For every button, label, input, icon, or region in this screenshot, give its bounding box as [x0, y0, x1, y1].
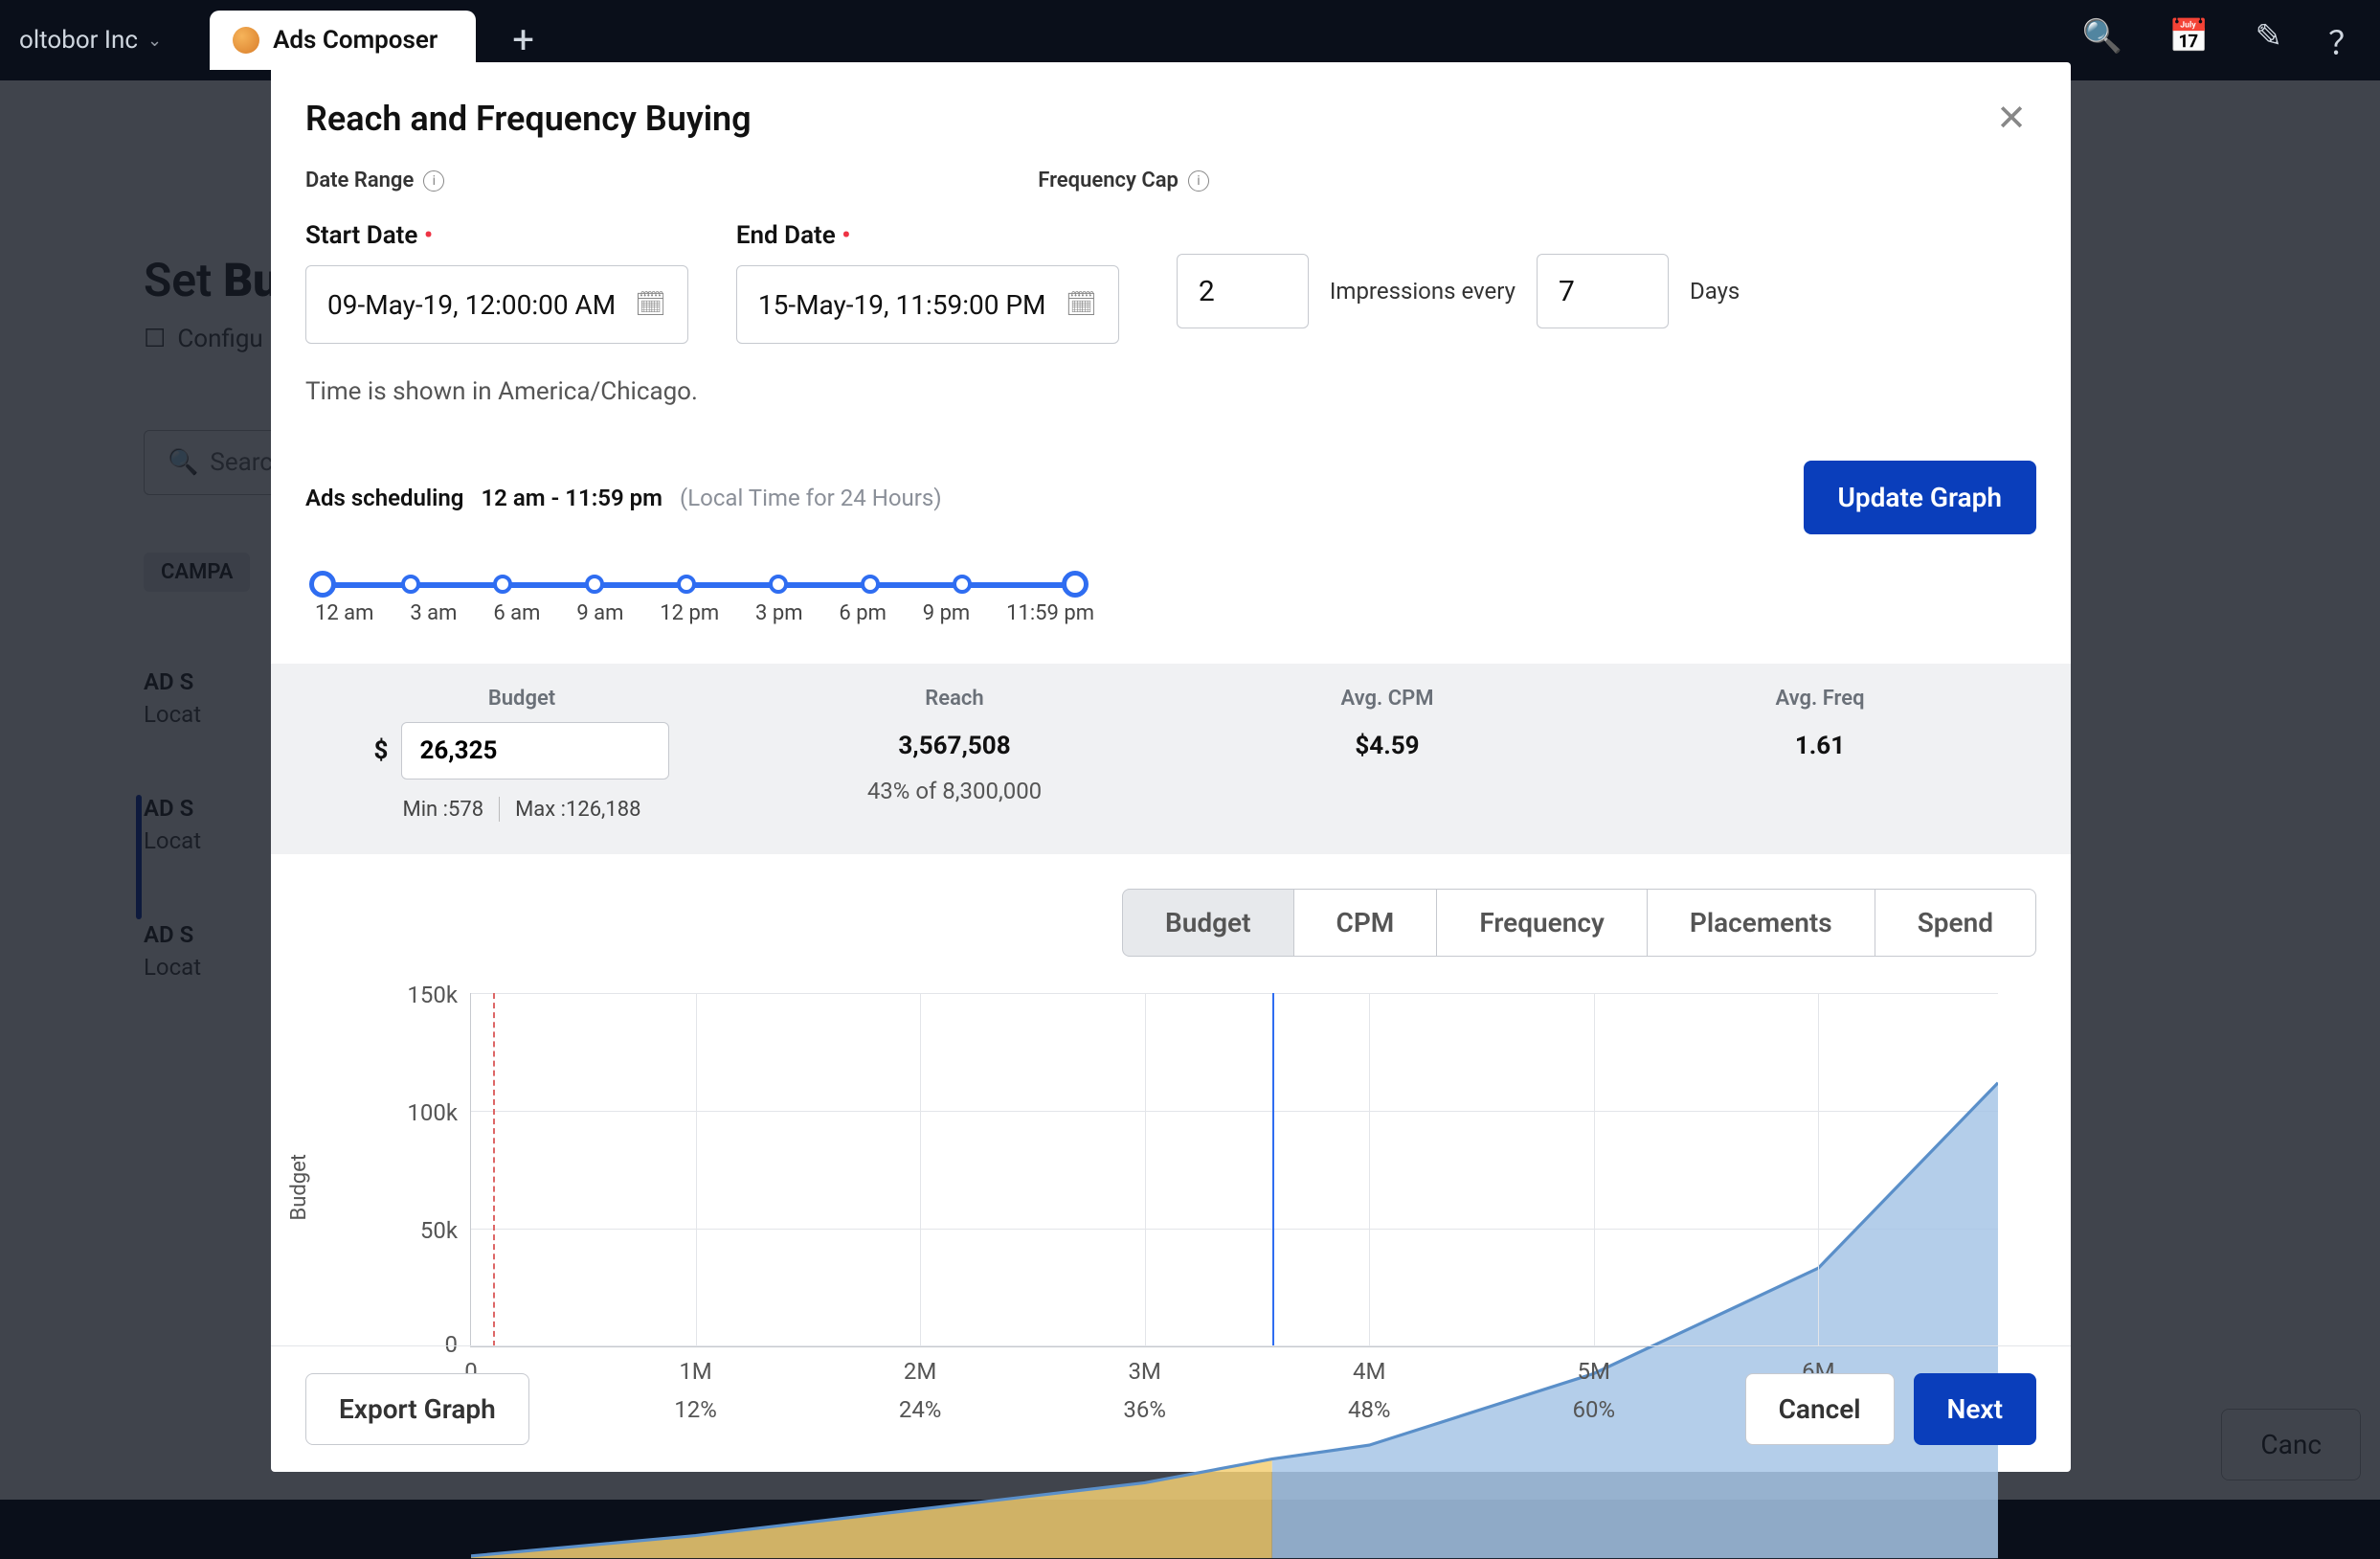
org-switch[interactable]: oltobor Inc ⌄: [19, 26, 162, 55]
slider-tick: 6 pm: [839, 601, 886, 625]
time-slider[interactable]: 12 am 3 am 6 am 9 am 12 pm 3 pm 6 pm 9 pm 11:59 …: [305, 582, 2036, 625]
calendar-icon[interactable]: 📅: [2168, 17, 2209, 64]
budget-input[interactable]: [401, 722, 669, 780]
app-icon: [233, 27, 259, 54]
end-date-label: End Date •: [736, 221, 1119, 250]
rf-modal: Reach and Frequency Buying ✕ Date Rangei…: [271, 62, 2071, 1472]
topbar-icons: 🔍 📅 ✎ ？: [2082, 17, 2361, 64]
chart-tabs: BudgetCPMFrequencyPlacementsSpend: [305, 889, 2036, 957]
days-label: Days: [1690, 278, 1740, 305]
reach-sub: 43% of 8,300,000: [738, 778, 1171, 804]
calendar-icon[interactable]: 🗓: [635, 290, 666, 319]
end-date-input[interactable]: 15-May-19, 11:59:00 PM 🗓: [736, 265, 1119, 344]
slider-tick: 9 pm: [923, 601, 970, 625]
reach-value: 3,567,508: [738, 732, 1171, 760]
next-button[interactable]: Next: [1914, 1373, 2036, 1445]
close-icon[interactable]: ✕: [1996, 97, 2027, 140]
slider-tick: 11:59 pm: [1006, 601, 1094, 625]
budget-range: Min :578Max :126,188: [403, 797, 641, 822]
budget-header: Budget: [488, 687, 555, 711]
info-icon[interactable]: i: [423, 170, 444, 192]
ads-scheduling-time: 12 am - 11:59 pm: [481, 485, 662, 511]
calendar-icon[interactable]: 🗓: [1066, 290, 1097, 319]
start-date-input[interactable]: 09-May-19, 12:00:00 AM 🗓: [305, 265, 688, 344]
export-graph-button[interactable]: Export Graph: [305, 1373, 529, 1445]
chart-tab-spend[interactable]: Spend: [1875, 889, 2036, 957]
new-tab-button[interactable]: +: [495, 21, 551, 59]
modal-footer: Export Graph Cancel Next: [271, 1345, 2071, 1472]
tabstrip: Ads Composer +: [210, 11, 551, 70]
chart-tab-cpm[interactable]: CPM: [1294, 889, 1438, 957]
cpm-header: Avg. CPM: [1171, 687, 1604, 711]
start-date-value: 09-May-19, 12:00:00 AM: [327, 289, 616, 321]
current-line[interactable]: [1272, 993, 1274, 1346]
y-axis-label: Budget: [287, 1154, 311, 1220]
help-icon[interactable]: ？: [2328, 17, 2361, 64]
metrics-bar: Budget $ Min :578Max :126,188 Reach 3,56…: [271, 664, 2071, 854]
ads-scheduling-label: Ads scheduling: [305, 485, 463, 511]
cancel-button[interactable]: Cancel: [1745, 1373, 1895, 1445]
chart-tab-budget[interactable]: Budget: [1122, 889, 1294, 957]
slider-tick: 12 am: [315, 601, 373, 625]
end-date-value: 15-May-19, 11:59:00 PM: [758, 289, 1046, 321]
slider-tick: 3 pm: [755, 601, 802, 625]
slider-tick: 3 am: [410, 601, 457, 625]
info-icon[interactable]: i: [1188, 170, 1209, 192]
modal-title: Reach and Frequency Buying: [305, 99, 752, 139]
update-graph-button[interactable]: Update Graph: [1804, 461, 2036, 534]
chart-svg: [471, 993, 1998, 1558]
chevron-down-icon: ⌄: [147, 31, 162, 51]
tab-ads-composer[interactable]: Ads Composer: [210, 11, 476, 70]
currency-symbol: $: [374, 736, 389, 765]
slider-track: [315, 582, 1081, 588]
cpm-value: $4.59: [1171, 732, 1604, 760]
impressions-input[interactable]: 2: [1177, 254, 1309, 328]
freq-value: 1.61: [1604, 732, 2036, 760]
frequency-cap-label: Frequency Capi: [1038, 169, 1209, 192]
chart-tab-frequency[interactable]: Frequency: [1437, 889, 1648, 957]
start-date-label: Start Date •: [305, 221, 698, 250]
timezone-note: Time is shown in America/Chicago.: [305, 374, 698, 409]
chart-tab-placements[interactable]: Placements: [1648, 889, 1875, 957]
freq-header: Avg. Freq: [1604, 687, 2036, 711]
date-range-label: Date Rangei: [305, 169, 444, 192]
slider-tick: 9 am: [576, 601, 623, 625]
days-input[interactable]: 7: [1537, 254, 1669, 328]
slider-tick: 6 am: [493, 601, 540, 625]
search-icon[interactable]: 🔍: [2082, 17, 2122, 64]
ads-scheduling-note: (Local Time for 24 Hours): [680, 485, 942, 511]
org-name: oltobor Inc: [19, 26, 138, 55]
min-line: [493, 993, 495, 1346]
edit-icon[interactable]: ✎: [2256, 17, 2283, 64]
impressions-label: Impressions every: [1330, 278, 1516, 305]
slider-tick: 12 pm: [660, 601, 719, 625]
tab-label: Ads Composer: [273, 26, 438, 55]
reach-header: Reach: [738, 687, 1171, 711]
